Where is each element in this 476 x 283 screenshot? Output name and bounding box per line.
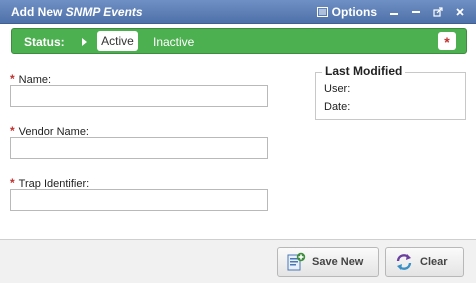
- save-new-button[interactable]: Save New: [277, 247, 379, 277]
- trap-identifier-label: * Trap Identifier:: [10, 176, 90, 190]
- vendor-name-label: * Vendor Name:: [10, 124, 89, 138]
- minimize-icon[interactable]: [386, 4, 402, 20]
- last-modified-title: Last Modified: [322, 64, 406, 78]
- clear-label: Clear: [420, 256, 448, 268]
- status-active-option[interactable]: Active: [97, 31, 138, 51]
- vendor-name-input[interactable]: [10, 137, 268, 159]
- required-marker: *: [10, 72, 15, 86]
- required-fields-toggle[interactable]: *: [438, 32, 456, 50]
- trap-identifier-input[interactable]: [10, 189, 268, 211]
- save-new-label: Save New: [312, 256, 364, 268]
- status-arrow-icon: [82, 38, 87, 46]
- last-modified-user-label: User:: [324, 83, 351, 95]
- window-title-emphasis: SNMP Events: [65, 5, 143, 19]
- last-modified-date-label: Date:: [324, 101, 351, 113]
- options-label: Options: [331, 5, 377, 19]
- options-button[interactable]: Options: [316, 5, 377, 19]
- name-label: * Name:: [10, 72, 52, 86]
- status-bar: Status: Active Inactive *: [11, 28, 467, 54]
- window-title: Add New SNMP Events: [11, 5, 143, 19]
- window-title-prefix: Add New: [11, 5, 66, 19]
- required-marker: *: [10, 124, 15, 138]
- clear-button[interactable]: Clear: [385, 247, 464, 277]
- status-inactive-option[interactable]: Inactive: [153, 35, 194, 49]
- refresh-icon: [396, 254, 412, 270]
- collapse-icon[interactable]: [408, 4, 424, 20]
- status-label: Status:: [24, 35, 65, 49]
- options-list-icon: [316, 7, 328, 17]
- required-marker: *: [10, 176, 15, 190]
- window-titlebar: Add New SNMP Events Options: [0, 0, 476, 24]
- close-icon[interactable]: [452, 4, 468, 20]
- name-input[interactable]: [10, 85, 268, 107]
- form-footer: Save New Clear: [0, 239, 476, 283]
- add-document-icon: [287, 252, 306, 271]
- popout-icon[interactable]: [430, 4, 446, 20]
